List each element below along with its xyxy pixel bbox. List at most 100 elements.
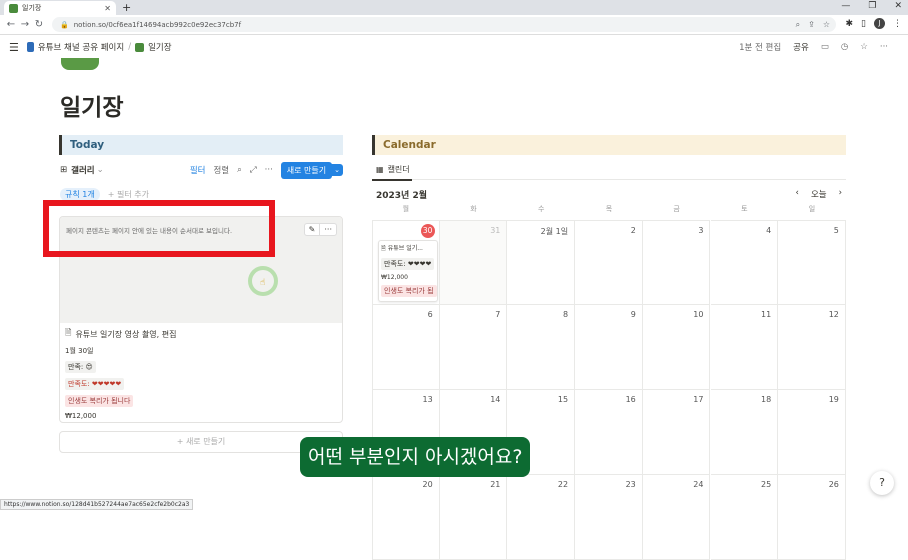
day-number: 4 <box>766 226 772 235</box>
help-button[interactable]: ? <box>870 471 894 495</box>
today-button[interactable]: 오늘 <box>811 188 827 200</box>
new-button[interactable]: 새로 만들기 <box>280 161 333 179</box>
browser-tab[interactable]: 일기장 ✕ <box>4 1 116 15</box>
day-number: 10 <box>693 310 704 319</box>
breadcrumb-item-diary[interactable]: 일기장 <box>148 41 171 53</box>
new-tab-button[interactable]: + <box>122 1 131 14</box>
gallery-view-tab[interactable]: 갤러리 <box>71 164 94 176</box>
favorite-star-icon[interactable]: ☆ <box>860 42 868 52</box>
event-quote: 인생도 복리가 됩 <box>381 285 437 297</box>
card-title[interactable]: 유튜브 일기장 영상 촬영, 편집 <box>75 329 176 340</box>
star-icon[interactable]: ☆ <box>823 20 830 30</box>
day-number: 5 <box>833 226 839 235</box>
day-number: 16 <box>625 395 636 404</box>
calendar-day-cell[interactable]: 3 <box>642 220 711 305</box>
day-number: 14 <box>490 395 501 404</box>
window-controls: — ❐ ✕ <box>841 1 902 11</box>
calendar-day-cell[interactable]: 7 <box>439 305 508 390</box>
day-number: 3 <box>698 226 704 235</box>
calendar-day-cell[interactable]: 18 <box>710 390 779 475</box>
history-icon[interactable]: ◷ <box>841 42 848 52</box>
sort-button[interactable]: 정렬 <box>213 164 229 176</box>
calendar-day-cell[interactable]: 21 <box>439 475 508 560</box>
weekday-label: 금 <box>673 205 680 213</box>
calendar-day-cell[interactable]: 30 🗎 유튜브 일기... 만족도: ❤❤❤❤ ₩12,000 인생도 복리가 됩만족… <box>372 220 440 305</box>
forward-icon[interactable]: → <box>18 19 32 30</box>
close-tab-icon[interactable]: ✕ <box>104 4 111 13</box>
notebook-icon <box>9 3 18 13</box>
satisfaction-tag: 만족: 😍 <box>65 361 96 373</box>
calendar-day-cell[interactable]: 2 <box>575 220 643 305</box>
close-window-icon[interactable]: ✕ <box>894 1 902 11</box>
calendar-day-cell[interactable]: 5 <box>778 220 846 305</box>
comment-icon[interactable]: ▭ <box>821 42 829 52</box>
share-button[interactable]: 공유 <box>793 41 809 53</box>
more-options-button[interactable]: ··· <box>265 165 273 175</box>
kebab-menu-icon[interactable]: ⋮ <box>893 19 902 29</box>
calendar-day-cell[interactable]: 31 <box>439 220 508 305</box>
calendar-day-cell[interactable]: 23 <box>575 475 643 560</box>
video-subtitle: 어떤 부분인지 아시겠어요? <box>300 437 531 477</box>
calendar-day-cell[interactable]: 11 <box>710 305 779 390</box>
sidebar-icon[interactable]: ▯ <box>861 19 866 29</box>
extension-icon[interactable]: ✱ <box>846 19 854 29</box>
day-number: 20 <box>422 480 433 489</box>
calendar-day-cell[interactable]: 12 <box>778 305 846 390</box>
more-icon[interactable]: ··· <box>319 224 336 235</box>
day-number: 2 <box>630 226 636 235</box>
calendar-day-cell[interactable]: 17 <box>642 390 711 475</box>
card-tools: ✎ ··· <box>303 223 337 236</box>
add-filter-button[interactable]: + 필터 추가 <box>108 189 149 200</box>
url-input[interactable]: 🔒 notion.so/0cf6ea1f14694acb992c0e92ec37… <box>52 17 836 32</box>
reload-icon[interactable]: ↻ <box>32 19 46 30</box>
edit-icon[interactable]: ✎ <box>305 224 320 235</box>
sidebar-toggle-icon[interactable]: ☰ <box>9 41 19 54</box>
back-icon[interactable]: ← <box>4 19 18 30</box>
rating-tag: 만족도: ❤❤❤❤❤ <box>65 378 125 390</box>
restore-icon[interactable]: ❐ <box>868 1 876 11</box>
share-icon[interactable]: ⇪ <box>808 20 815 30</box>
calendar-day-cell[interactable]: 4 <box>710 220 779 305</box>
minimize-icon[interactable]: — <box>841 1 850 11</box>
day-number: 25 <box>761 480 772 489</box>
page-icon <box>26 42 34 52</box>
day-number: 6 <box>427 310 433 319</box>
filter-button[interactable]: 필터 <box>190 164 206 176</box>
calendar-day-cell[interactable]: 26 <box>778 475 846 560</box>
browser-tab-strip: 일기장 ✕ + — ❐ ✕ <box>0 0 908 15</box>
calendar-day-cell[interactable]: 22 <box>507 475 576 560</box>
calendar-day-cell[interactable]: 2월 1일 <box>507 220 576 305</box>
breadcrumb-item-channel[interactable]: 유튜브 채널 공유 페이지 <box>38 41 124 53</box>
red-highlight-box <box>43 200 275 257</box>
calendar-day-cell[interactable]: 19 <box>778 390 846 475</box>
calendar-day-cell[interactable]: 20 <box>372 475 440 560</box>
page-title[interactable]: 일기장 <box>60 88 123 122</box>
day-number: 2월 1일 <box>540 227 569 236</box>
chevron-down-icon[interactable]: ⌄ <box>97 165 104 175</box>
calendar-view-tab[interactable]: 캘린더 <box>388 164 410 175</box>
day-number: 9 <box>630 310 636 319</box>
search-icon[interactable]: ⌕ <box>237 165 242 175</box>
status-bar-url: https://www.notion.so/128d41b527244ae7ac… <box>0 499 194 510</box>
day-number: 23 <box>625 480 636 489</box>
prev-month-button[interactable]: ‹ <box>796 188 799 200</box>
calendar-day-cell[interactable]: 16 <box>575 390 643 475</box>
calendar-day-cell[interactable]: 9 <box>575 305 643 390</box>
next-month-button[interactable]: › <box>839 188 842 200</box>
search-icon[interactable]: ⌕ <box>796 20 800 30</box>
calendar-day-cell[interactable]: 6 <box>372 305 440 390</box>
lock-icon: 🔒 <box>60 20 69 29</box>
calendar-day-cell[interactable]: 8 <box>507 305 576 390</box>
avatar[interactable]: J <box>874 18 885 29</box>
calendar-heading: Calendar <box>372 135 846 155</box>
expand-icon[interactable]: ⤢ <box>250 165 257 175</box>
today-heading: Today <box>59 135 343 155</box>
more-icon[interactable]: ··· <box>880 42 888 52</box>
card-body: 🗎 유튜브 일기장 영상 촬영, 편집 1월 30일 만족: 😍 만족도: ❤❤… <box>65 327 176 420</box>
calendar-day-cell[interactable]: 10 <box>642 305 711 390</box>
quote-tag: 인생도 복리가 됩니다 <box>65 395 134 407</box>
calendar-day-cell[interactable]: 25 <box>710 475 779 560</box>
calendar-day-cell[interactable]: 24 <box>642 475 711 560</box>
calendar-event-card[interactable]: 🗎 유튜브 일기... 만족도: ❤❤❤❤ ₩12,000 인생도 복리가 됩만족: … <box>378 240 438 302</box>
new-button-chevron-icon[interactable]: ⌄ <box>331 164 343 176</box>
